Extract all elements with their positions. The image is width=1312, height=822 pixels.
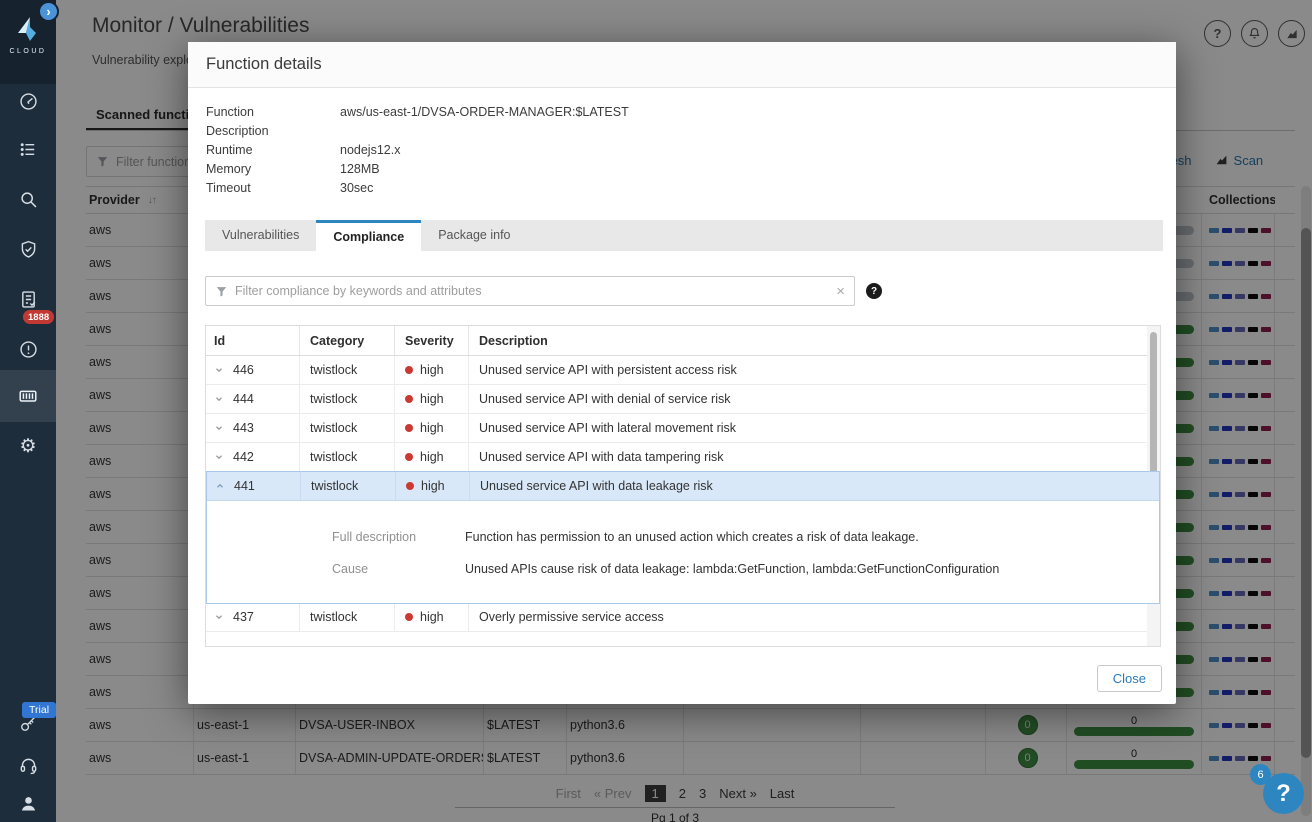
compliance-row-446[interactable]: 446 twistlock high Unused service API wi… [206, 356, 1160, 385]
cause-label: Cause [332, 562, 369, 576]
severity-dot [405, 453, 413, 461]
severity-dot [405, 424, 413, 432]
prisma-cloud-logo-icon [18, 17, 36, 41]
timeout-value: 30sec [340, 180, 374, 195]
chevron-down-icon[interactable] [214, 612, 224, 622]
alerts-count-badge: 1888 [23, 310, 55, 324]
report-check-icon [18, 289, 39, 310]
compliance-table-header: Id Category Severity Description [206, 326, 1160, 356]
gauge-icon [18, 91, 39, 112]
funnel-icon [216, 286, 227, 297]
trial-badge: Trial [22, 702, 57, 718]
container-icon [17, 385, 39, 407]
cause-value: Unused APIs cause risk of data leakage: … [465, 562, 1000, 576]
sidebar: CLOUD 1888 ⚙ Trial [0, 0, 57, 822]
expanded-row-block: 441 twistlock high Unused service API wi… [206, 471, 1160, 604]
alert-icon [18, 339, 39, 360]
sidebar-item-settings[interactable]: ⚙ [0, 424, 56, 468]
category-header: Category [300, 326, 395, 355]
memory-value: 128MB [340, 161, 380, 176]
chevron-up-icon[interactable] [215, 481, 225, 491]
id-header: Id [206, 326, 300, 355]
user-icon [18, 793, 39, 814]
logo-text: CLOUD [9, 48, 47, 55]
description-label: Description [206, 123, 269, 138]
sidebar-expand-button[interactable]: › [38, 1, 59, 22]
chevron-down-icon[interactable] [214, 423, 224, 433]
tab-compliance[interactable]: Compliance [316, 220, 422, 251]
chevron-down-icon[interactable] [214, 365, 224, 375]
modal-title: Function details [188, 42, 1176, 88]
runtime-label: Runtime [206, 142, 253, 157]
chevron-down-icon[interactable] [214, 452, 224, 462]
full-description-label: Full description [332, 530, 417, 544]
timeout-label: Timeout [206, 180, 251, 195]
filter-help-icon[interactable]: ? [866, 283, 882, 299]
severity-dot [406, 482, 414, 490]
function-details-modal: Function details Function aws/us-east-1/… [188, 42, 1176, 704]
sidebar-item-profile[interactable] [0, 781, 56, 822]
severity-dot [405, 366, 413, 374]
modal-tabs: Vulnerabilities Compliance Package info [205, 220, 1163, 251]
search-icon [18, 189, 39, 210]
chevron-down-icon[interactable] [214, 394, 224, 404]
compliance-table: Id Category Severity Description 446 twi… [205, 325, 1161, 647]
compliance-filter[interactable]: × [205, 276, 855, 306]
headset-icon [18, 755, 39, 776]
sidebar-item-dashboard[interactable] [0, 79, 56, 123]
row-expansion-panel: Full description Function has permission… [207, 501, 1159, 603]
sidebar-item-search[interactable] [0, 177, 56, 221]
severity-header: Severity [395, 326, 469, 355]
runtime-value: nodejs12.x [340, 142, 401, 157]
compliance-row-441-selected[interactable]: 441 twistlock high Unused service API wi… [207, 472, 1159, 501]
severity-dot [405, 613, 413, 621]
tab-vulnerabilities[interactable]: Vulnerabilities [205, 220, 316, 251]
function-label: Function [206, 104, 254, 119]
checklist-icon [18, 139, 39, 160]
function-details: Function aws/us-east-1/DVSA-ORDER-MANAGE… [206, 102, 629, 197]
memory-label: Memory [206, 161, 252, 176]
sidebar-item-defend[interactable] [0, 227, 56, 271]
compliance-row-437[interactable]: 437 twistlock high Overly permissive ser… [206, 603, 1160, 632]
full-description-value: Function has permission to an unused act… [465, 530, 919, 544]
severity-dot [405, 395, 413, 403]
function-value: aws/us-east-1/DVSA-ORDER-MANAGER:$LATEST [340, 104, 629, 119]
sidebar-item-alerts[interactable] [0, 327, 56, 371]
compliance-row-443[interactable]: 443 twistlock high Unused service API wi… [206, 414, 1160, 443]
clear-filter-icon[interactable]: × [836, 283, 845, 300]
sidebar-item-containers[interactable] [0, 370, 56, 422]
description-header: Description [479, 333, 548, 348]
compliance-row-444[interactable]: 444 twistlock high Unused service API wi… [206, 385, 1160, 414]
compliance-filter-input[interactable] [235, 284, 830, 298]
compliance-row-442[interactable]: 442 twistlock high Unused service API wi… [206, 443, 1160, 472]
close-button[interactable]: Close [1096, 665, 1162, 692]
gear-icon: ⚙ [19, 435, 37, 457]
shield-check-icon [18, 239, 39, 260]
sidebar-item-policies[interactable] [0, 127, 56, 171]
screen: Monitor / Vulnerabilities Vulnerability … [0, 0, 1312, 822]
tab-package-info[interactable]: Package info [421, 220, 527, 251]
help-fab-button[interactable]: ? [1263, 773, 1304, 814]
